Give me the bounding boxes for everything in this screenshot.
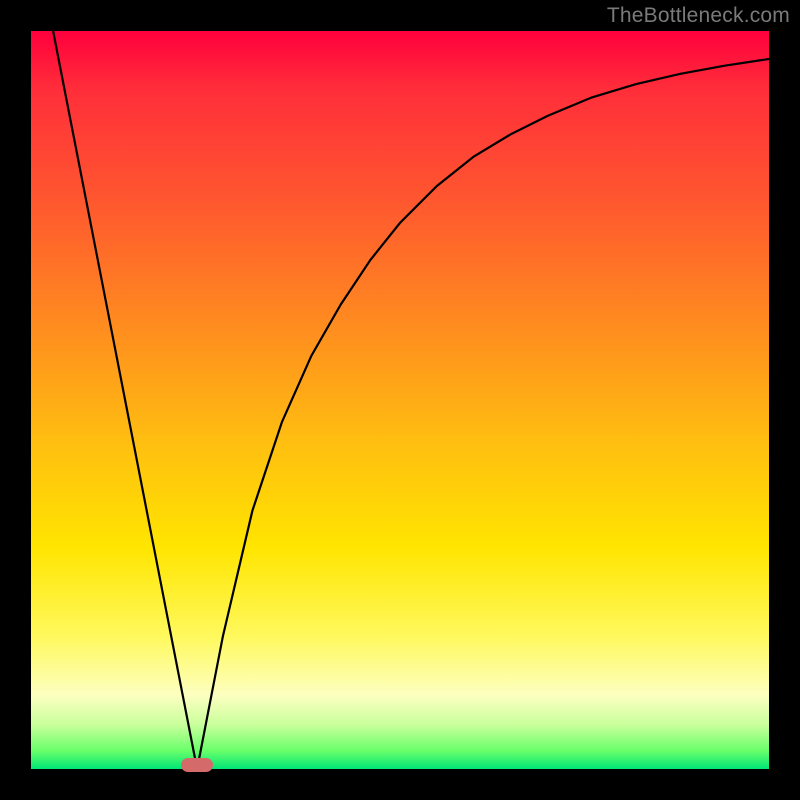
chart-frame: TheBottleneck.com <box>0 0 800 800</box>
plot-area <box>31 31 769 769</box>
watermark-text: TheBottleneck.com <box>607 4 790 28</box>
curve-path <box>53 31 769 769</box>
optimal-marker <box>181 758 213 772</box>
bottleneck-curve <box>31 31 769 769</box>
